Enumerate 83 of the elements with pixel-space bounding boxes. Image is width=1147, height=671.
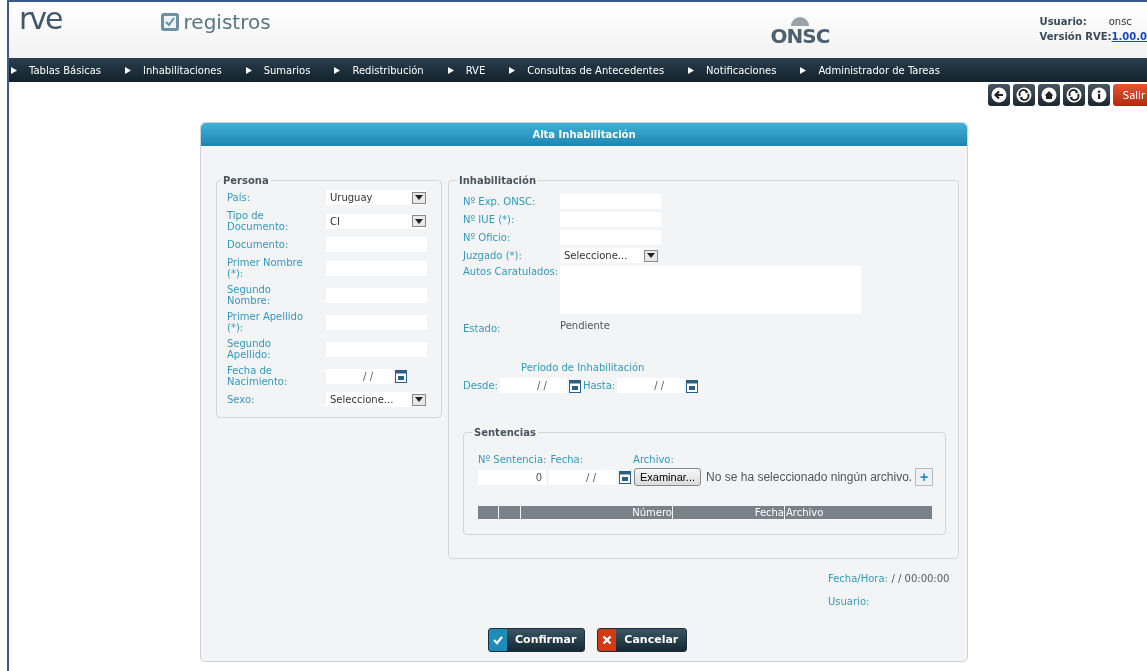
calendar-icon[interactable] xyxy=(686,378,699,393)
calendar-icon[interactable] xyxy=(395,368,407,383)
triangle-icon xyxy=(125,66,132,74)
status-value: Pendiente xyxy=(560,320,610,331)
calendar-icon[interactable] xyxy=(568,378,581,393)
browse-button[interactable]: Examinar... xyxy=(634,468,702,486)
field-label: Tipo de Documento: xyxy=(227,210,290,232)
exit-button[interactable]: Salir xyxy=(1112,84,1147,106)
panel-legend: Inhabilitación xyxy=(457,175,539,186)
dropdown[interactable]: Seleccione... xyxy=(326,392,426,407)
user-name: onsc xyxy=(1108,15,1132,29)
from-label: Desde: xyxy=(463,380,498,391)
field-label: Archivo: xyxy=(633,454,674,465)
field-label: Documento: xyxy=(227,239,290,250)
date-time-label: Fecha/Hora: xyxy=(828,573,888,584)
triangle-icon xyxy=(688,66,695,74)
triangle-icon xyxy=(11,66,17,74)
refresh-button[interactable] xyxy=(1012,84,1035,106)
user-label: Usuario: xyxy=(828,596,870,607)
date-field[interactable]: / / xyxy=(549,469,616,485)
nav-menu-item[interactable]: Sumarios xyxy=(245,64,311,76)
field-label: Autos Caratulados: xyxy=(463,266,560,277)
field-label: Fecha de Nacimiento: xyxy=(227,365,289,387)
panel-legend: Persona xyxy=(221,175,271,186)
info-button[interactable] xyxy=(1087,84,1110,106)
nav-menu-item[interactable]: Consultas de Antecedentes xyxy=(509,64,665,76)
period-title: Período de Inhabilitación xyxy=(521,362,646,373)
nav-menu-item[interactable]: RVE xyxy=(447,64,486,76)
triangle-icon xyxy=(800,66,807,74)
back-button[interactable] xyxy=(987,84,1010,106)
form-title: Alta Inhabilitación xyxy=(201,123,967,146)
column-header: Archivo xyxy=(786,506,934,519)
field-label: Nº Exp. ONSC: xyxy=(463,196,537,207)
field-label: Fecha: xyxy=(550,454,584,465)
home-button[interactable] xyxy=(1037,84,1060,106)
triangle-icon xyxy=(334,66,341,74)
user-label: Usuario: xyxy=(1039,15,1087,29)
caret-icon xyxy=(415,218,423,224)
field-label: Segundo Apellido: xyxy=(227,338,272,360)
caret-icon xyxy=(415,397,423,402)
nav-menu-item[interactable]: Inhabilitaciones xyxy=(125,64,222,76)
cancel-button[interactable]: Cancelar xyxy=(597,628,688,652)
to-label: Hasta: xyxy=(582,380,616,391)
refresh-button[interactable] xyxy=(1062,84,1085,106)
version-label: Versión RVE: xyxy=(1039,30,1112,44)
nav-menu-item[interactable]: Tablas Básicas xyxy=(11,64,102,76)
triangle-icon xyxy=(509,66,516,74)
caret-icon xyxy=(415,195,423,200)
date-time-value: / / 00:00:00 xyxy=(891,573,950,584)
field-label: Sexo: xyxy=(227,394,256,405)
nav-menu-item[interactable]: Redistribución xyxy=(334,64,424,76)
file-status: No se ha seleccionado ningún archivo. xyxy=(706,470,913,484)
field-label: Juzgado (*): xyxy=(463,250,523,261)
field-label: Estado: xyxy=(463,322,502,334)
date-field[interactable]: / / xyxy=(326,368,393,384)
dropdown[interactable]: Seleccione... xyxy=(560,248,658,263)
dropdown[interactable]: CI xyxy=(326,213,426,229)
field-label: Primer Apellido (*): xyxy=(227,311,305,333)
field-label: Nº Sentencia: xyxy=(478,454,547,465)
triangle-icon xyxy=(245,66,252,74)
field-label: Nº IUE (*): xyxy=(463,214,516,225)
dropdown[interactable]: Uruguay xyxy=(326,190,426,205)
app-name: registros xyxy=(183,10,271,34)
rve-logo: rve xyxy=(19,2,62,36)
triangle-icon xyxy=(447,66,454,74)
close-icon xyxy=(602,635,613,645)
date-field[interactable]: / / xyxy=(617,378,685,393)
org-logo: ONSC xyxy=(770,26,830,46)
field-label: País: xyxy=(227,192,252,203)
field-label: Primer Nombre (*): xyxy=(227,257,304,279)
caret-icon xyxy=(647,253,655,258)
nav-menu-item[interactable]: Administrador de Tareas xyxy=(800,64,940,76)
version-link[interactable]: 1.00.0 xyxy=(1111,29,1147,44)
check-icon xyxy=(493,635,503,645)
calendar-icon[interactable] xyxy=(619,470,631,484)
nav-menu-item[interactable]: Notificaciones xyxy=(688,64,777,76)
panel-legend: Sentencias xyxy=(472,427,538,438)
checkbox-icon xyxy=(159,12,180,32)
confirm-button[interactable]: Confirmar xyxy=(488,628,586,652)
field-label: Nº Oficio: xyxy=(463,232,512,243)
field-label: Segundo Nombre: xyxy=(227,284,272,306)
number-field[interactable]: 0 xyxy=(478,469,546,485)
date-field[interactable]: / / xyxy=(499,378,567,393)
